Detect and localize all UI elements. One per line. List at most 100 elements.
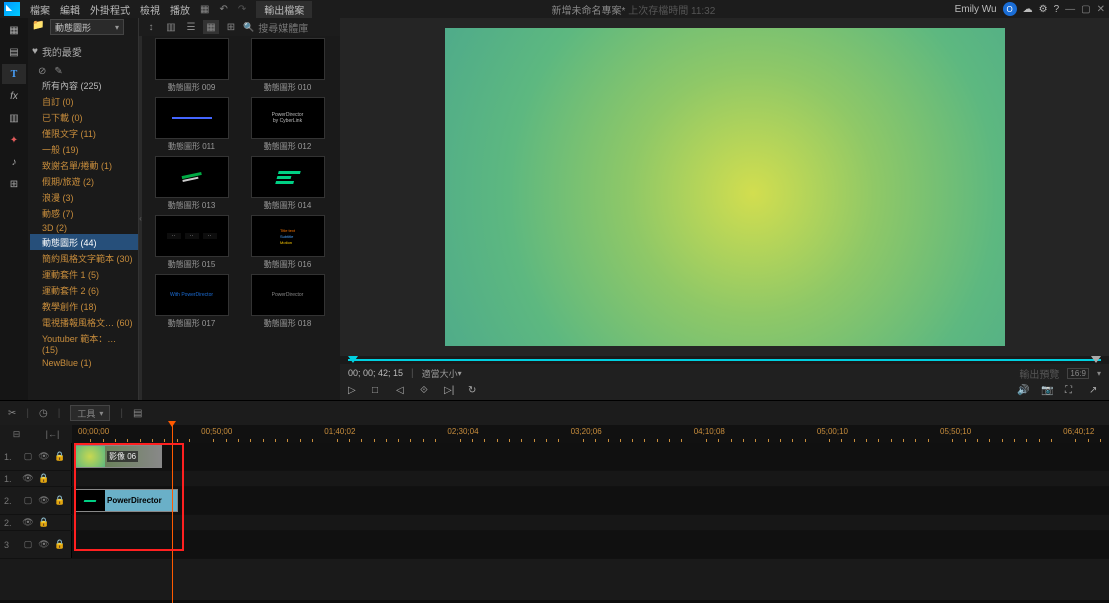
track-header[interactable]: 2.▢👁🔒: [0, 487, 72, 514]
stop-button[interactable]: □: [372, 385, 384, 397]
popout-icon[interactable]: ↗: [1089, 385, 1101, 397]
more-room-tab[interactable]: ⊞: [2, 174, 26, 194]
help-icon[interactable]: ?: [1054, 4, 1060, 15]
preview-quality-dropdown[interactable]: 適當大小: [422, 367, 462, 380]
export-button[interactable]: 輸出檔案: [256, 1, 312, 18]
menu-file[interactable]: 檔案: [30, 2, 50, 17]
category-item[interactable]: 運動套件 2 (6): [30, 282, 138, 298]
import-icon[interactable]: 📁: [32, 20, 46, 34]
title-clip[interactable]: PowerDirector: [74, 489, 178, 512]
close-button[interactable]: ✕: [1097, 4, 1105, 15]
track-toggle-icon[interactable]: 👁: [38, 539, 50, 551]
sort-icon[interactable]: ↕: [143, 20, 159, 34]
track-header[interactable]: 1.▢👁🔒: [0, 443, 72, 470]
template-thumb[interactable]: 動態圖形 009: [152, 38, 232, 93]
track-header[interactable]: 1.👁🔒: [0, 471, 72, 486]
category-item[interactable]: 已下載 (0): [30, 109, 138, 125]
fx-room-tab[interactable]: fx: [2, 86, 26, 106]
volume-icon[interactable]: 🔊: [1017, 385, 1029, 397]
effect-room-tab[interactable]: ▤: [2, 42, 26, 62]
transition-room-tab[interactable]: ▥: [2, 108, 26, 128]
category-item[interactable]: NewBlue (1): [30, 356, 138, 369]
track-height-icon[interactable]: |←|: [46, 429, 60, 439]
category-item[interactable]: 自訂 (0): [30, 93, 138, 109]
category-item[interactable]: 動感 (7): [30, 205, 138, 221]
category-item[interactable]: 假期/旅遊 (2): [30, 173, 138, 189]
next-frame-button[interactable]: ▷|: [444, 385, 456, 397]
track-toggle-icon[interactable]: 👁: [22, 517, 34, 529]
large-grid-icon[interactable]: ⊞: [223, 20, 239, 34]
menu-edit[interactable]: 編輯: [60, 2, 80, 17]
tl-clock-icon[interactable]: ◷: [39, 408, 48, 419]
video-clip[interactable]: 影像 06: [74, 445, 162, 468]
grid-view-icon[interactable]: ▦: [203, 20, 219, 34]
cloud-icon[interactable]: ☁: [1023, 4, 1033, 15]
aspect-ratio-selector[interactable]: 16:9: [1067, 368, 1089, 379]
redo-icon[interactable]: ↷: [238, 4, 246, 15]
track-content[interactable]: PowerDirector: [72, 487, 1109, 514]
template-thumb[interactable]: 動態圖形 011: [152, 97, 232, 152]
track-content[interactable]: [72, 471, 1109, 486]
track-header[interactable]: 2.👁🔒: [0, 515, 72, 530]
category-item[interactable]: 一般 (19): [30, 141, 138, 157]
loop-button[interactable]: ↻: [468, 385, 480, 397]
track-toggle-icon[interactable]: 👁: [38, 451, 50, 463]
pip-room-tab[interactable]: ✦: [2, 130, 26, 150]
menu-plugins[interactable]: 外掛程式: [90, 2, 130, 17]
track-header[interactable]: 3▢👁🔒: [0, 531, 72, 558]
category-item[interactable]: 浪漫 (3): [30, 189, 138, 205]
tl-cut-icon[interactable]: ✂: [8, 408, 16, 419]
filter-icon[interactable]: ▥: [163, 20, 179, 34]
playhead[interactable]: [172, 425, 173, 603]
track-content[interactable]: 影像 06: [72, 443, 1109, 470]
track-toggle-icon[interactable]: 🔒: [54, 495, 66, 507]
category-item[interactable]: 簡約風格文字範本 (30): [30, 250, 138, 266]
track-content[interactable]: [72, 515, 1109, 530]
play-button[interactable]: ▷: [348, 385, 360, 397]
seek-button[interactable]: ⟐: [420, 385, 432, 397]
template-thumb[interactable]: Title textSubtitleMotion動態圖形 016: [248, 215, 328, 270]
favorites-row[interactable]: ♥ 我的最愛: [28, 36, 138, 66]
template-thumb[interactable]: ······動態圖形 015: [152, 215, 232, 270]
template-thumb[interactable]: With PowerDirector動態圖形 017: [152, 274, 232, 329]
media-room-tab[interactable]: ▦: [2, 20, 26, 40]
track-toggle-icon[interactable]: ▢: [22, 495, 34, 507]
category-dropdown[interactable]: 動態圖形: [50, 19, 124, 35]
list-view-icon[interactable]: ☰: [183, 20, 199, 34]
track-toggle-icon[interactable]: ▢: [22, 539, 34, 551]
menu-view[interactable]: 檢視: [140, 2, 160, 17]
category-item[interactable]: 電視播報風格文… (60): [30, 314, 138, 330]
template-thumb[interactable]: PowerDirectorby CyberLink動態圖形 012: [248, 97, 328, 152]
timeline-ruler[interactable]: 00;00;0000;50;0001;40;0202;30;0403;20;06…: [72, 425, 1109, 443]
user-avatar[interactable]: O: [1003, 2, 1017, 16]
track-toggle-icon[interactable]: 👁: [22, 473, 34, 485]
snapshot-icon[interactable]: 📷: [1041, 385, 1053, 397]
panel-divider[interactable]: [139, 36, 142, 400]
undo-icon[interactable]: ↶: [219, 4, 227, 15]
track-toggle-icon[interactable]: 🔒: [54, 539, 66, 551]
layout-icon[interactable]: ▦: [200, 4, 209, 15]
template-thumb[interactable]: 動態圖形 014: [248, 156, 328, 211]
track-toggle-icon[interactable]: 🔒: [38, 473, 50, 485]
category-item[interactable]: Youtuber 範本：… (15): [30, 330, 138, 356]
category-item[interactable]: 動態圖形 (44): [30, 234, 138, 250]
mute-all-icon[interactable]: ⊟: [13, 429, 21, 440]
template-thumb[interactable]: PowerDirector動態圖形 018: [248, 274, 328, 329]
track-toggle-icon[interactable]: 👁: [38, 495, 50, 507]
category-item[interactable]: 3D (2): [30, 221, 138, 234]
category-item[interactable]: 教學創作 (18): [30, 298, 138, 314]
tl-keyframe-icon[interactable]: ▤: [133, 408, 142, 419]
search-input[interactable]: 搜尋媒體庫: [243, 20, 336, 35]
menu-play[interactable]: 播放: [170, 2, 190, 17]
prev-frame-button[interactable]: ◁: [396, 385, 408, 397]
template-thumb[interactable]: 動態圖形 010: [248, 38, 328, 93]
category-item[interactable]: 所有內容 (225): [30, 77, 138, 93]
lasso-tool-icon[interactable]: ⊘: [38, 66, 46, 77]
maximize-button[interactable]: ▢: [1081, 4, 1090, 15]
title-room-tab[interactable]: T: [2, 64, 26, 84]
pen-tool-icon[interactable]: ✎: [54, 66, 62, 77]
settings-icon[interactable]: ⚙: [1039, 4, 1048, 15]
preview-canvas[interactable]: [445, 28, 1005, 346]
category-item[interactable]: 僅限文字 (11): [30, 125, 138, 141]
category-item[interactable]: 致謝名單/捲動 (1): [30, 157, 138, 173]
